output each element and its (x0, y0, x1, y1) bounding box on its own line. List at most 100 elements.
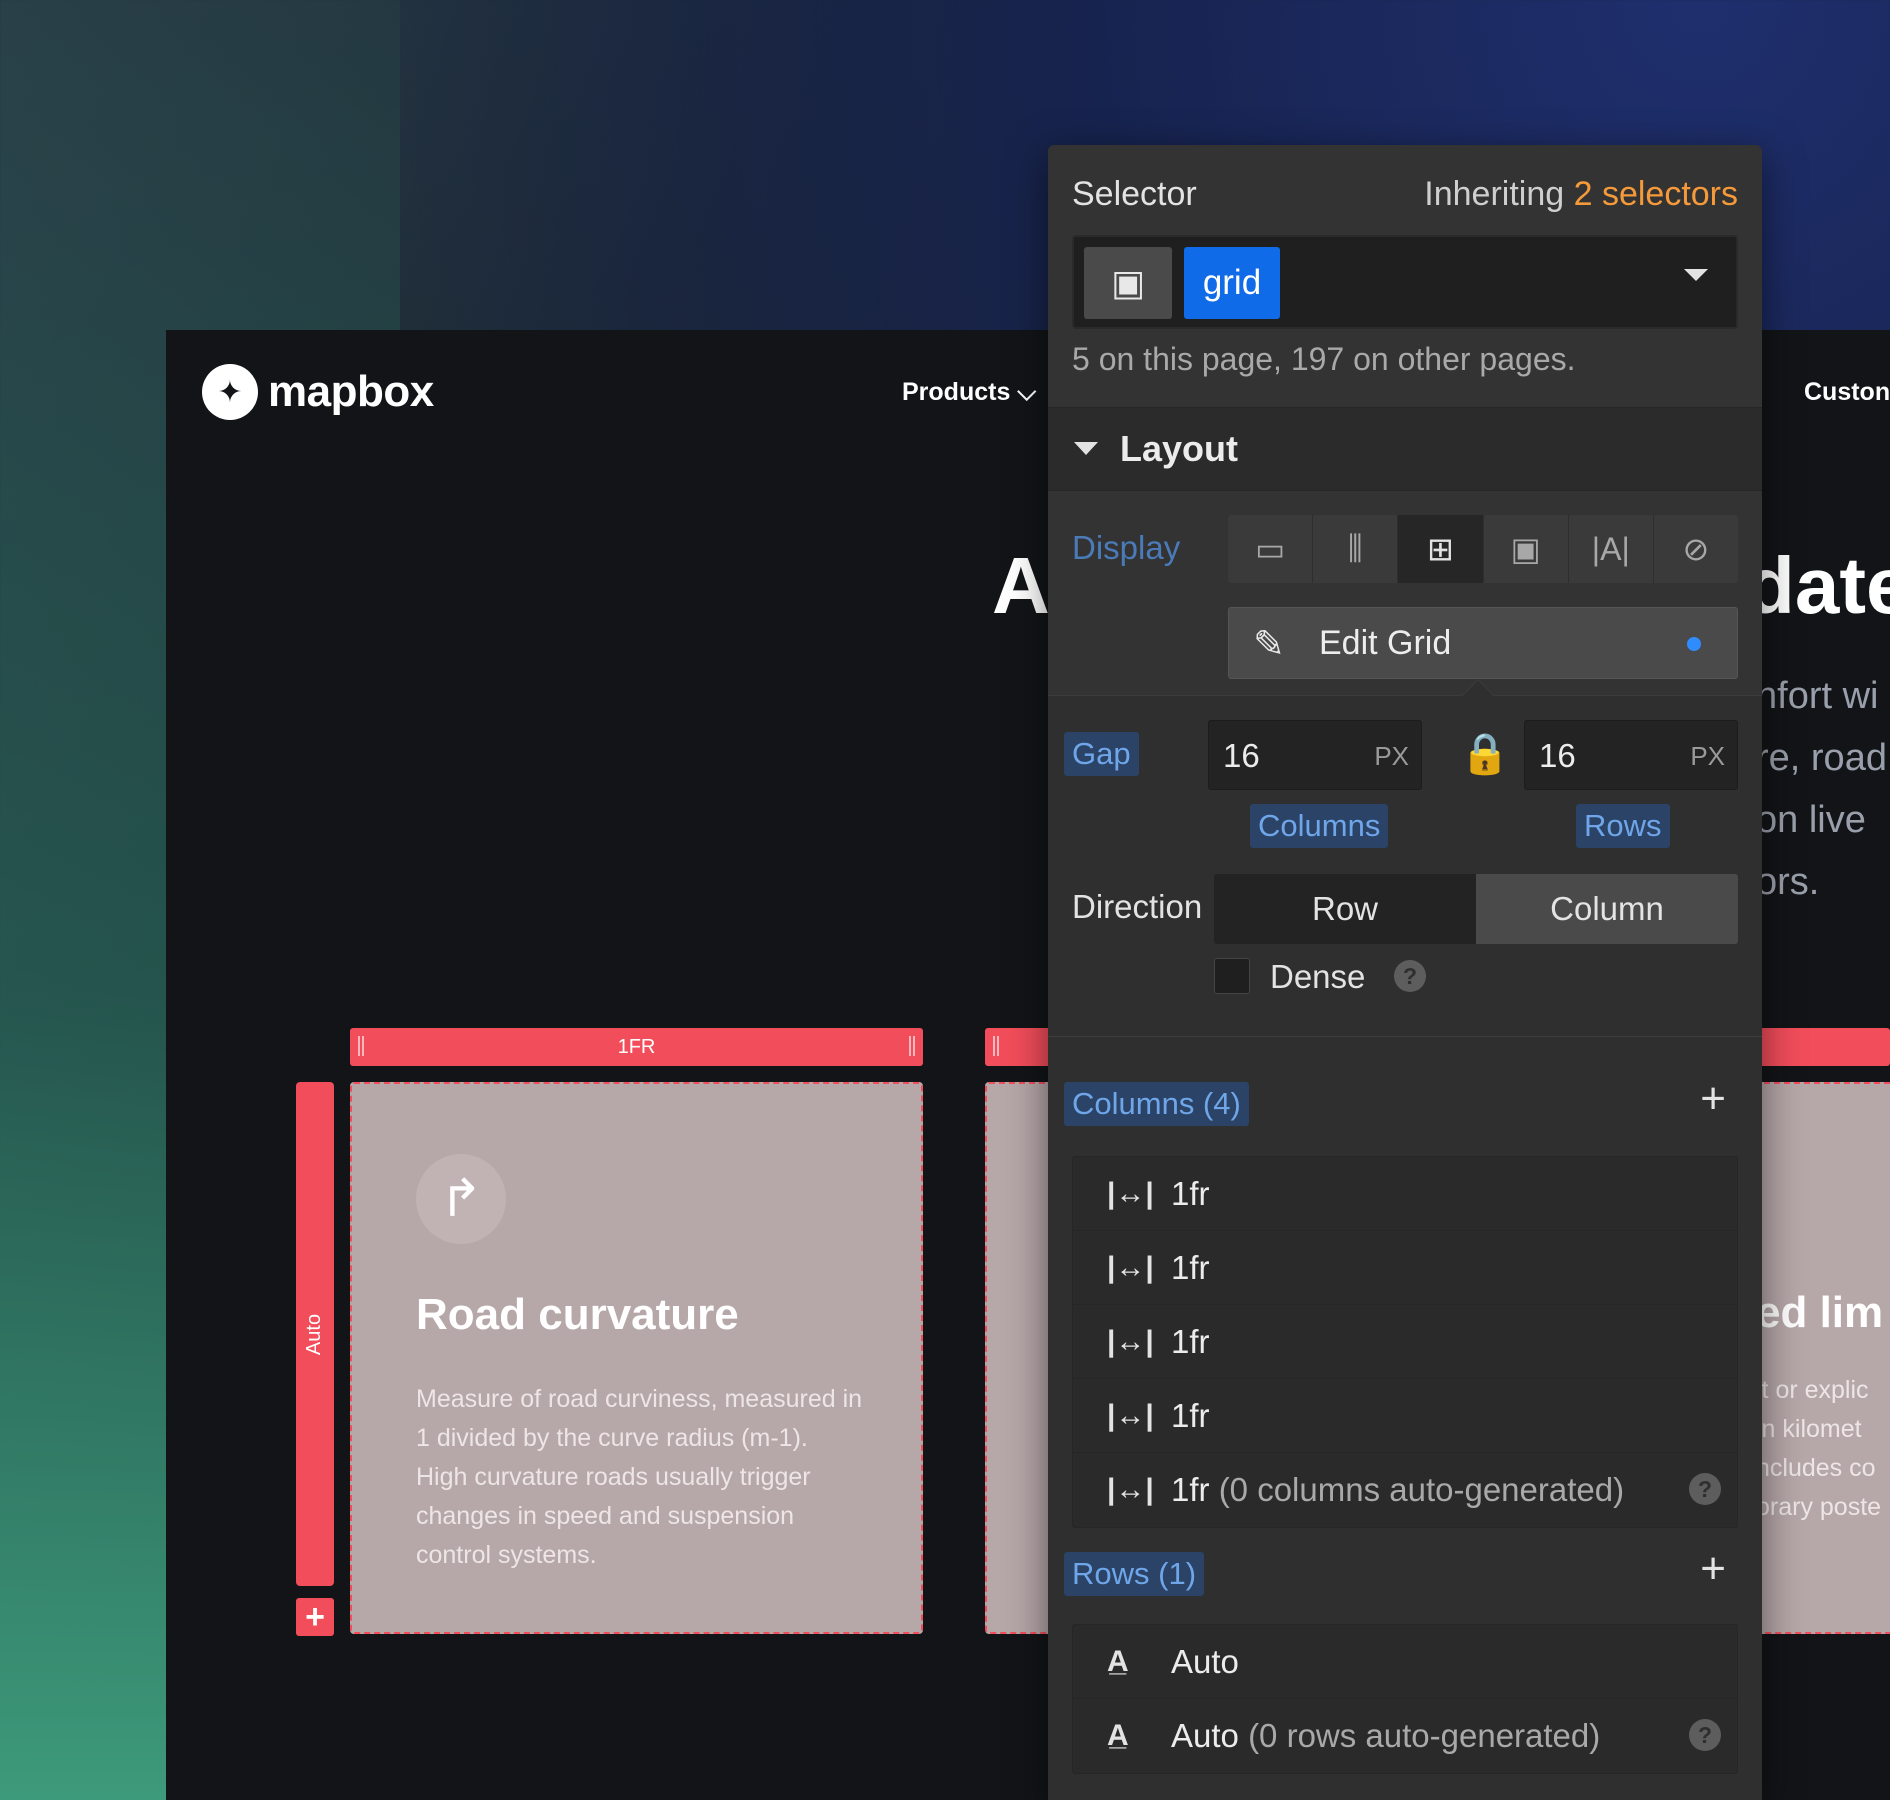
column-track[interactable]: |↔| 1fr (1073, 1157, 1737, 1231)
inline-icon[interactable]: |A| (1569, 515, 1654, 583)
hero-text-line: re, road (1756, 737, 1887, 779)
add-column-icon[interactable]: + (1700, 1074, 1726, 1124)
columns-section-label[interactable]: Columns (4) (1064, 1082, 1249, 1126)
lock-icon[interactable]: 🔒 (1460, 730, 1510, 777)
column-track[interactable]: |↔| 1fr (1073, 1305, 1737, 1379)
resize-horizontal-icon: |↔| (1107, 1325, 1154, 1358)
column-track-list: |↔| 1fr |↔| 1fr |↔| 1fr |↔| 1fr |↔| 1fr … (1072, 1156, 1738, 1528)
gap-rows-label[interactable]: Rows (1576, 804, 1670, 848)
direction-row-button[interactable]: Row (1214, 874, 1476, 944)
grid-row-bar[interactable]: Auto (296, 1082, 334, 1586)
gap-unit[interactable]: PX (1690, 741, 1725, 772)
inline-block-icon[interactable]: ▣ (1484, 515, 1569, 583)
edit-grid-button[interactable]: ✎ Edit Grid (1228, 607, 1738, 679)
popover-notch (1461, 679, 1495, 713)
add-row-button[interactable]: + (296, 1598, 334, 1636)
text-height-icon: A̲ (1107, 1719, 1129, 1752)
add-row-icon[interactable]: + (1700, 1544, 1726, 1594)
column-resize-handle[interactable] (358, 1036, 364, 1056)
hero-text-line: nfort wi (1756, 675, 1879, 717)
gap-rows-value: 16 (1539, 737, 1576, 774)
card-title: ed lim (1756, 1288, 1884, 1337)
help-icon[interactable]: ? (1394, 960, 1426, 992)
layout-section-header[interactable]: Layout (1048, 407, 1762, 491)
rows-section-label[interactable]: Rows (1) (1064, 1552, 1205, 1596)
grid-icon[interactable]: ⊞ (1398, 515, 1484, 583)
column-resize-handle[interactable] (909, 1036, 915, 1056)
inheriting-info[interactable]: Inheriting 2 selectors (1424, 175, 1738, 214)
caret-down-icon (1074, 442, 1098, 455)
resize-horizontal-icon: |↔| (1107, 1251, 1154, 1284)
grid-column-bar[interactable] (985, 1028, 1055, 1066)
gap-rows-input[interactable]: 16 PX (1524, 720, 1738, 790)
divider (1048, 1036, 1762, 1037)
help-icon[interactable]: ? (1689, 1719, 1721, 1751)
none-icon[interactable]: ⊘ (1654, 515, 1738, 583)
track-value: Auto (0 rows auto-generated) (1171, 1717, 1600, 1755)
dense-checkbox[interactable] (1214, 958, 1250, 994)
card-description: Measure of road curviness, measured in 1… (416, 1385, 863, 1569)
track-size: 1fr (1171, 1471, 1210, 1508)
gap-columns-input[interactable]: 16 PX (1208, 720, 1422, 790)
flex-icon[interactable]: ⫼ (1313, 515, 1399, 583)
block-icon[interactable]: ▭ (1228, 515, 1314, 583)
curve-icon: ↱ (416, 1154, 506, 1244)
row-size-label: Auto (303, 1313, 326, 1355)
row-auto-track[interactable]: A̲ Auto (0 rows auto-generated) ? (1073, 1699, 1737, 1773)
logo-text: mapbox (268, 367, 434, 416)
resize-horizontal-icon: |↔| (1107, 1473, 1154, 1506)
column-resize-handle[interactable] (993, 1036, 999, 1056)
direction-column-button[interactable]: Column (1476, 874, 1738, 944)
grid-card[interactable]: ↱ Road curvature Measure of road curvine… (350, 1082, 923, 1634)
auto-generated-note: (0 rows auto-generated) (1248, 1717, 1601, 1754)
card-text-line: ncludes co (1756, 1454, 1876, 1482)
gap-unit[interactable]: PX (1374, 741, 1409, 772)
grid-card[interactable] (985, 1082, 1055, 1634)
track-value: 1fr (0 columns auto-generated) (1171, 1471, 1624, 1509)
card-text-line: it or explic (1756, 1376, 1869, 1404)
dense-label[interactable]: Dense (1270, 958, 1365, 996)
inheriting-prefix: Inheriting (1424, 175, 1565, 213)
hero-heading-start: A (992, 541, 1050, 630)
track-value: 1fr (1171, 1397, 1210, 1434)
hero-text-line: ors. (1756, 861, 1820, 903)
grid-column-bar[interactable] (1750, 1028, 1890, 1066)
grid-settings-popover: Gap 16 PX 🔒 16 PX Columns Rows Direction… (1048, 679, 1762, 1800)
text-height-icon: A̲ (1107, 1645, 1129, 1678)
element-state-icon[interactable]: ▣ (1084, 247, 1172, 319)
help-icon[interactable]: ? (1689, 1473, 1721, 1505)
mapbox-logo[interactable]: ✦ mapbox (202, 364, 434, 420)
status-dot (1687, 637, 1701, 651)
selector-label: Selector (1072, 175, 1197, 213)
selector-usage-count: 5 on this page, 197 on other pages. (1072, 341, 1576, 377)
column-track[interactable]: |↔| 1fr (1073, 1231, 1737, 1305)
card-text-line: in kilomet (1756, 1415, 1862, 1443)
row-track-list: A̲ Auto A̲ Auto (0 rows auto-generated) … (1072, 1624, 1738, 1774)
gap-columns-value: 16 (1223, 737, 1260, 774)
display-toggle-group: ▭ ⫼ ⊞ ▣ |A| ⊘ (1228, 515, 1738, 583)
chevron-down-icon[interactable] (1684, 269, 1708, 281)
row-track[interactable]: A̲ Auto (1073, 1625, 1737, 1699)
nav-customers[interactable]: Custon (1804, 378, 1890, 407)
mapbox-logo-icon: ✦ (202, 364, 258, 420)
nav-products[interactable]: Products ⌵ (902, 378, 1036, 407)
grid-column-bar[interactable]: 1FR (350, 1028, 923, 1066)
column-track[interactable]: |↔| 1fr (1073, 1379, 1737, 1453)
gap-label[interactable]: Gap (1064, 732, 1139, 776)
gap-columns-label[interactable]: Columns (1250, 804, 1389, 848)
grid-card[interactable] (1750, 1082, 1890, 1634)
track-value: 1fr (1171, 1323, 1210, 1360)
selector-field[interactable]: ▣ grid (1072, 235, 1738, 329)
resize-horizontal-icon: |↔| (1107, 1177, 1154, 1210)
column-auto-track[interactable]: |↔| 1fr (0 columns auto-generated) ? (1073, 1453, 1737, 1527)
pencil-icon: ✎ (1253, 624, 1285, 666)
hero-text-line: on live (1756, 799, 1866, 841)
card-text-line: orary poste (1756, 1493, 1882, 1521)
selector-chip-grid[interactable]: grid (1184, 247, 1280, 319)
direction-label: Direction (1072, 888, 1203, 925)
direction-toggle: Row Column (1214, 874, 1738, 944)
inheriting-count[interactable]: 2 selectors (1574, 175, 1738, 213)
display-label[interactable]: Display (1072, 529, 1180, 567)
section-title: Layout (1120, 428, 1239, 469)
track-size: Auto (1171, 1717, 1239, 1754)
